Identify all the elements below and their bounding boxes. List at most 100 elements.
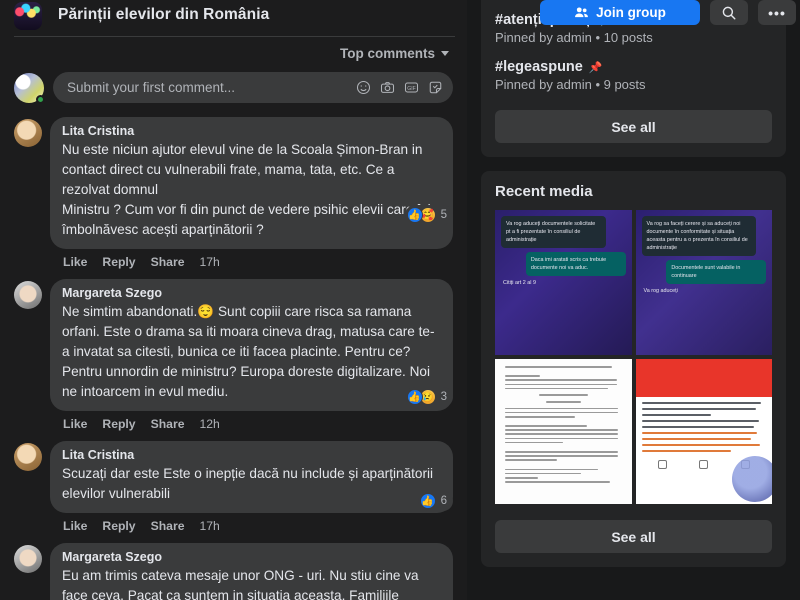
more-options-icon: ••• [768,4,786,21]
avatar[interactable] [14,281,42,309]
top-comments-dropdown[interactable]: Top comments [340,46,449,61]
avatar-wrapper [14,543,42,600]
hashtag-label: #legeaspune [495,59,583,75]
reply-button[interactable]: Reply [102,417,135,431]
comment-sort-row: Top comments [0,38,467,68]
comment-body: Lita Cristina Nu este niciun ajutor elev… [50,117,453,271]
comment-body: Margareta Szego Ne simtim abandonati.😌 S… [50,279,453,433]
search-button[interactable] [710,0,748,25]
hashtag-meta: Pinned by admin • 9 posts [495,77,646,92]
avatar[interactable] [14,119,42,147]
header-actions: Join group ••• [540,0,796,25]
recent-media-title: Recent media [495,183,593,200]
list-item: Margareta Szego Ne simtim abandonati.😌 S… [14,279,453,433]
comment-bubble: Margareta Szego Ne simtim abandonati.😌 S… [50,279,453,411]
composer-icon-group: GIF [356,80,443,95]
media-thumb-line: Va rog aduceți documentele solicitate pt… [501,216,606,248]
people-icon [575,7,589,18]
list-item[interactable]: #legeaspune 📌 Pinned by admin • 9 posts [495,59,772,92]
like-button[interactable]: Like [63,519,87,533]
comment-list: Lita Cristina Nu este niciun ajutor elev… [0,103,467,600]
reaction-badge[interactable]: 👍 🥰 5 [404,205,453,225]
list-item: Lita Cristina Nu este niciun ajutor elev… [14,117,453,271]
comment-bubble: Lita Cristina Scuzați dar este Este o in… [50,441,453,513]
media-thumb-line: Va rog aduceți [643,288,678,294]
reply-button[interactable]: Reply [102,519,135,533]
avatar-wrapper [14,117,42,271]
doc-icon [699,459,709,469]
right-sidebar: #atențieparinți 📌 Pinned by admin • 10 p… [467,0,800,600]
comment-actions: Like Reply Share 17h [50,513,453,535]
avatar[interactable] [14,443,42,471]
recent-media-card: Recent media Va rog aduceți documentele … [481,171,786,567]
group-logo[interactable] [14,2,42,30]
like-button[interactable]: Like [63,417,87,431]
reaction-badge[interactable]: 👍 6 [417,491,453,511]
media-grid: Va rog aduceți documentele solicitate pt… [495,210,772,504]
emoji-icon[interactable] [356,80,371,95]
like-button[interactable]: Like [63,255,87,269]
share-button[interactable]: Share [151,519,185,533]
join-group-button[interactable]: Join group [540,0,700,25]
top-comments-label: Top comments [339,45,435,61]
comment-author[interactable]: Lita Cristina [62,124,441,139]
more-options-button[interactable]: ••• [758,0,796,25]
comment-author[interactable]: Lita Cristina [62,448,441,463]
hashtag-name-row[interactable]: #legeaspune 📌 [495,59,772,75]
online-status-dot [36,94,45,104]
comment-author[interactable]: Margareta Szego [62,550,441,565]
comment-body: Lita Cristina Scuzați dar este Este o in… [50,441,453,535]
comment-actions: Like Reply Share 17h [50,249,453,271]
thumbs-up-icon: 👍 [406,389,423,405]
comment-text: Scuzați dar este Este o inepție dacă nu … [62,466,437,501]
media-thumbnail[interactable] [635,359,772,504]
reply-button[interactable]: Reply [102,255,135,269]
sticker-icon[interactable] [428,80,443,95]
gif-icon[interactable]: GIF [404,80,419,95]
comment-text: Ne simtim abandonati.😌 Sunt copiii care … [62,304,435,399]
facebook-group-page: Părinții elevilor din România Top commen… [0,0,800,600]
reaction-badge[interactable]: 👍 😢 3 [404,387,453,407]
search-icon [722,6,736,19]
reaction-count: 3 [440,391,447,403]
thumbs-up-icon: 👍 [419,493,436,509]
comment-text: Nu este niciun ajutor elevul vine de la … [62,142,431,237]
hashtags-see-all-button[interactable]: See all [495,110,772,143]
media-thumb-line: Daca imi aratati scris ca trebuie docume… [525,252,626,276]
media-thumbnail[interactable] [495,359,632,504]
media-thumbnail[interactable]: Va rog aduceți documentele solicitate pt… [495,210,632,355]
comment-text: Eu am trimis cateva mesaje unor ONG - ur… [62,568,419,600]
media-thumb-line: Citiți art 2 al 9 [503,280,536,286]
svg-text:GIF: GIF [407,86,416,92]
avatar-wrapper [14,441,42,535]
comment-timestamp: 17h [199,255,220,269]
comment-timestamp: 17h [199,519,220,533]
join-group-label: Join group [596,5,666,20]
camera-icon[interactable] [380,80,395,95]
media-thumbnail[interactable]: Va rog sa faceți cerere și sa aduceți no… [635,210,772,355]
media-thumb-line: Documentele sunt valabile in continuare [666,260,766,284]
avatar[interactable] [14,545,42,573]
share-button[interactable]: Share [151,417,185,431]
comment-input[interactable]: Submit your first comment... GIF [53,72,453,103]
globe-icon [732,456,772,502]
list-item: Margareta Szego Eu am trimis cateva mesa… [14,543,453,600]
media-thumb-line: Va rog sa faceți cerere și sa aduceți no… [641,216,757,256]
share-button[interactable]: Share [151,255,185,269]
page-title: Părinții elevilor din România [58,6,270,23]
list-item: Lita Cristina Scuzați dar este Este o in… [14,441,453,535]
reaction-count: 6 [440,495,447,507]
main-column: Părinții elevilor din România Top commen… [0,0,467,600]
reaction-count: 5 [440,209,447,221]
comment-bubble: Lita Cristina Nu este niciun ajutor elev… [50,117,453,249]
comment-author[interactable]: Margareta Szego [62,286,441,301]
avatar-wrapper [14,279,42,433]
chevron-down-icon [441,50,449,56]
red-banner [635,359,772,397]
header-divider [14,36,455,37]
avatar[interactable] [14,72,45,104]
media-see-all-button[interactable]: See all [495,520,772,553]
thumbs-up-icon: 👍 [406,207,423,223]
hashtag-meta: Pinned by admin • 10 posts [495,30,653,45]
comment-timestamp: 12h [199,417,220,431]
